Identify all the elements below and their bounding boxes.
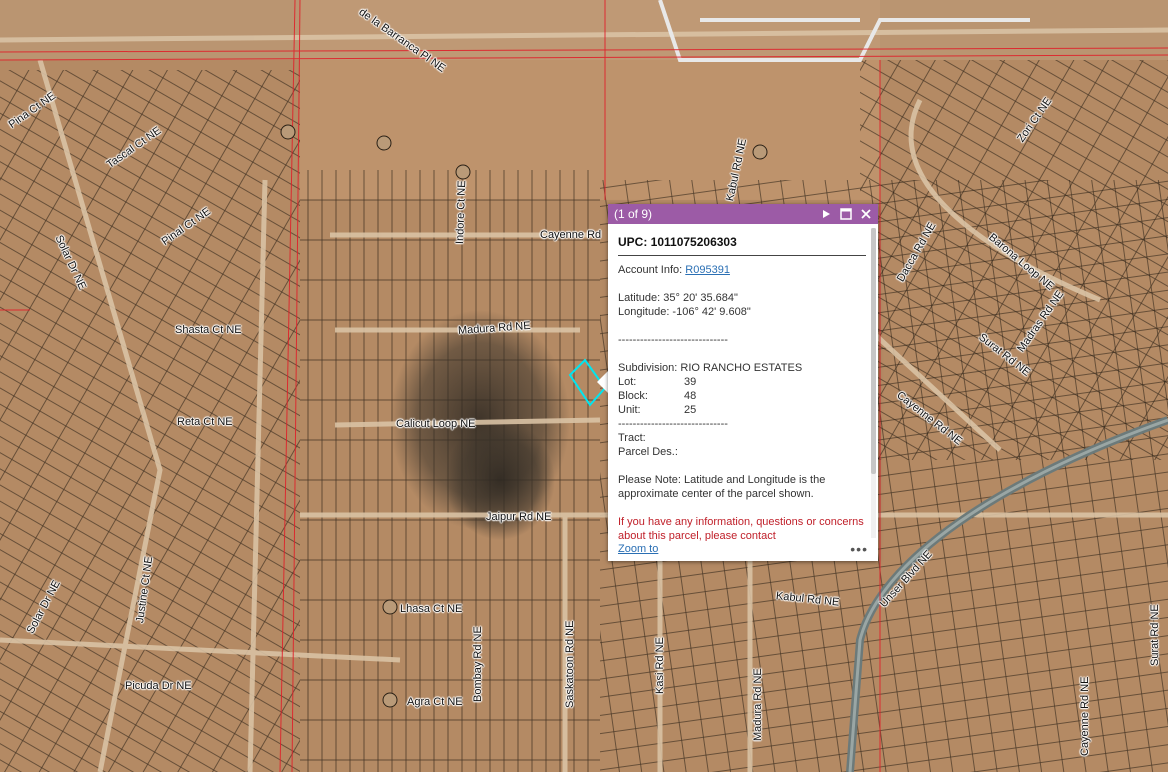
subdivision: Subdivision: RIO RANCHO ESTATES	[618, 362, 803, 374]
account-link[interactable]: R095391	[685, 264, 730, 276]
road-label: Calicut Loop NE	[396, 418, 476, 430]
longitude: Longitude: -106° 42' 9.608"	[618, 306, 751, 318]
lot-row: Lot: 39	[618, 375, 866, 389]
close-icon[interactable]	[858, 206, 874, 222]
account-label: Account Info:	[618, 264, 683, 276]
latitude: Latitude: 35° 20' 35.684"	[618, 292, 738, 304]
unit-label: Unit:	[618, 404, 641, 416]
scrollbar-thumb[interactable]	[871, 228, 876, 474]
popup-header: (1 of 9)	[608, 204, 878, 224]
road-label: Jaipur Rd NE	[486, 511, 552, 523]
road-label: Lhasa Ct NE	[400, 603, 463, 615]
road-label: Reta Ct NE	[177, 416, 233, 428]
road-label: Agra Ct NE	[407, 696, 463, 708]
block-label: Block:	[618, 390, 648, 402]
feature-count: (1 of 9)	[614, 207, 653, 221]
divider: ------------------------------	[618, 334, 728, 346]
unit-value: 25	[684, 404, 697, 416]
popup-content: UPC: 1011075206303 Account Info: R095391…	[618, 228, 866, 541]
road-label: Bombay Rd NE	[472, 626, 484, 702]
account-info: Account Info: R095391	[618, 263, 866, 277]
more-actions-icon[interactable]: •••	[850, 541, 868, 557]
road-label: Indore Ct NE	[454, 180, 469, 245]
parcel-des: Parcel Des.:	[618, 446, 678, 458]
road-label: Saskatoon Rd NE	[564, 620, 576, 708]
road-label: Picuda Dr NE	[125, 680, 192, 692]
contact-text: If you have any information, questions o…	[618, 516, 864, 541]
zoom-to-link[interactable]: Zoom to	[618, 543, 850, 555]
road-label: Kasi Rd NE	[654, 637, 666, 694]
parcel-popup: (1 of 9) UPC: 1011075206303 Account Info…	[608, 204, 878, 561]
road-label: Madura Rd NE	[752, 668, 764, 741]
tract: Tract:	[618, 432, 646, 444]
note: Please Note: Latitude and Longitude is t…	[618, 474, 826, 500]
block-row: Block: 48	[618, 389, 866, 403]
aerial-map[interactable]	[0, 0, 1168, 772]
road-label: Cayenne Rd	[540, 229, 602, 241]
maximize-icon[interactable]	[838, 206, 854, 222]
lot-label: Lot:	[618, 376, 637, 388]
lot-value: 39	[684, 376, 697, 388]
next-feature-icon[interactable]	[818, 206, 834, 222]
road-label: Surat Rd NE	[1149, 604, 1161, 666]
popup-title: UPC: 1011075206303	[618, 228, 866, 256]
road-label: Shasta Ct NE	[175, 324, 242, 336]
popup-footer: Zoom to •••	[618, 541, 868, 557]
divider: ------------------------------	[618, 418, 728, 430]
unit-row: Unit: 25	[618, 403, 866, 417]
block-value: 48	[684, 390, 697, 402]
road-label: Cayenne Rd NE	[1079, 676, 1091, 757]
